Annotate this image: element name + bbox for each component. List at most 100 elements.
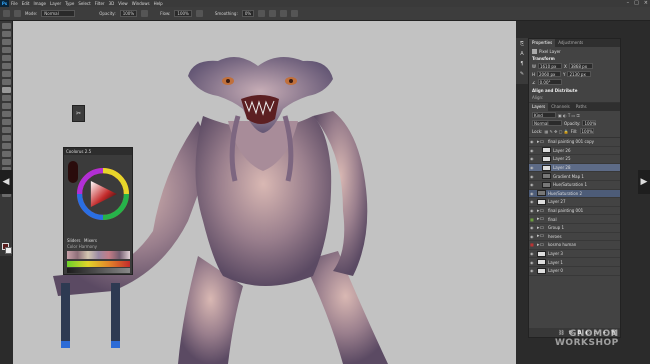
x-field[interactable]: 3868 px — [568, 63, 593, 69]
minimize-icon[interactable]: – — [627, 0, 630, 6]
layer-row[interactable]: ◉ ▸▭ heroes — [529, 233, 620, 242]
maximize-icon[interactable]: □ — [634, 0, 639, 6]
visibility-eye-icon[interactable]: ◉ — [530, 174, 535, 179]
align-header[interactable]: Align and Distribute — [532, 88, 617, 93]
history-brush-tool-icon[interactable] — [2, 103, 11, 109]
visibility-eye-icon[interactable]: ◉ — [530, 139, 535, 144]
visibility-eye-icon[interactable]: ◉ — [530, 268, 535, 273]
menu-edit[interactable]: Edit — [20, 1, 32, 6]
type-tool-icon[interactable] — [2, 151, 11, 157]
history-icon[interactable]: ⎘ — [520, 41, 524, 47]
symmetry-icon[interactable] — [291, 10, 299, 17]
layer-row[interactable]: ◉ Layer 26 — [529, 147, 620, 156]
hue-slider[interactable] — [67, 261, 130, 267]
visibility-eye-icon[interactable]: ◉ — [530, 260, 535, 265]
lock-icons[interactable]: ▦ ✎ ✥ ▢ 🔒 — [544, 129, 568, 134]
layer-row-selected[interactable]: ◉ Layer 28 — [529, 163, 620, 173]
blur-tool-icon[interactable] — [2, 127, 11, 133]
layer-row[interactable]: ◉ Layer 27 — [529, 198, 620, 207]
layer-row[interactable]: ■ ▸▭ kosmo human — [529, 241, 620, 250]
pen-tool-icon[interactable] — [2, 143, 11, 149]
smoothing-settings-icon[interactable] — [258, 10, 266, 17]
gradient-tool-icon[interactable] — [2, 119, 11, 125]
brush-preset-icon[interactable] — [3, 10, 10, 17]
close-icon[interactable]: × — [644, 0, 648, 6]
path-select-tool-icon[interactable] — [2, 159, 11, 165]
layer-row[interactable]: ◉ Layer 0 — [529, 267, 620, 276]
menu-3d[interactable]: 3D — [107, 1, 117, 6]
healing-tool-icon[interactable] — [2, 79, 11, 85]
paragraph-icon[interactable]: ¶ — [520, 61, 523, 67]
visibility-eye-icon[interactable]: ◉ — [530, 208, 535, 213]
fill-field[interactable]: 100% — [579, 128, 594, 134]
layer-row[interactable]: ◉ Hue/Saturation 1 — [529, 181, 620, 190]
flow-field[interactable]: 100% — [174, 10, 192, 17]
opacity-field[interactable]: 100% — [119, 10, 138, 17]
kind-filter[interactable]: Kind — [532, 112, 556, 118]
width-field[interactable]: 1610 px — [537, 63, 562, 69]
transform-header[interactable]: Transform — [532, 56, 617, 61]
blend-mode-select[interactable]: Normal — [532, 120, 562, 126]
layer-row[interactable]: ■ ▸▭ final — [529, 215, 620, 224]
layer-row[interactable]: ◉ Gradient Map 1 — [529, 172, 620, 181]
menu-windows[interactable]: Windows — [130, 1, 152, 6]
menu-select[interactable]: Select — [76, 1, 92, 6]
menu-file[interactable]: File — [9, 1, 20, 6]
visibility-eye-icon[interactable]: ◉ — [530, 156, 535, 161]
next-arrow-icon[interactable]: ▶ — [638, 170, 650, 194]
frame-tool-icon[interactable] — [2, 63, 11, 69]
layer-row[interactable]: ◉ Layer 1 — [529, 258, 620, 267]
angle-icon[interactable] — [269, 10, 277, 17]
mixer-swatches[interactable] — [67, 251, 130, 259]
visibility-eye-icon[interactable]: ■ — [530, 217, 535, 222]
tab-paths[interactable]: Paths — [573, 103, 590, 111]
menu-filter[interactable]: Filter — [93, 1, 107, 6]
clone-stamp-tool-icon[interactable] — [2, 95, 11, 101]
pressure-opacity-icon[interactable] — [141, 10, 149, 17]
visibility-eye-icon[interactable]: ◉ — [530, 251, 535, 256]
brush-settings-icon[interactable] — [14, 10, 21, 17]
visibility-eye-icon[interactable]: ◉ — [530, 225, 535, 230]
menu-type[interactable]: Type — [63, 1, 76, 6]
pressure-size-icon[interactable] — [280, 10, 288, 17]
height-field[interactable]: 2060 px — [537, 71, 562, 77]
visibility-eye-icon[interactable]: ◉ — [530, 199, 535, 204]
value-slider[interactable] — [67, 268, 130, 273]
tab-properties[interactable]: Properties — [529, 39, 556, 47]
mixers-tab[interactable]: Mixers — [84, 238, 97, 243]
y-field[interactable]: 2130 px — [567, 71, 592, 77]
angle-field[interactable]: 0.00° — [537, 79, 562, 85]
crop-tool-icon[interactable] — [2, 55, 11, 61]
visibility-eye-icon[interactable]: ◉ — [530, 182, 535, 187]
layer-row[interactable]: ◉ Hue/Saturation 2 — [529, 189, 620, 199]
airbrush-icon[interactable] — [195, 10, 203, 17]
menu-view[interactable]: View — [116, 1, 130, 6]
tab-layers[interactable]: Layers — [529, 103, 549, 111]
eraser-tool-icon[interactable] — [2, 111, 11, 117]
tab-channels[interactable]: Channels — [548, 103, 573, 111]
brush-tool-icon[interactable] — [2, 87, 11, 93]
quick-select-tool-icon[interactable] — [2, 47, 11, 53]
smoothing-field[interactable]: 0% — [241, 10, 255, 17]
layer-row[interactable]: ◉ ▸▭ final painting 001 copy — [529, 138, 620, 147]
dodge-tool-icon[interactable] — [2, 135, 11, 141]
background-color[interactable] — [5, 247, 12, 254]
lasso-tool-icon[interactable] — [2, 39, 11, 45]
filter-icons[interactable]: ▣ ◐ T ▭ ⚿ — [558, 113, 580, 118]
brush-panel-icon[interactable]: ✎ — [520, 71, 524, 77]
color-wheel[interactable] — [77, 168, 129, 220]
tab-adjustments[interactable]: Adjustments — [555, 39, 586, 47]
eyedropper-tool-icon[interactable] — [2, 71, 11, 77]
layer-row[interactable]: ◉ ▸▭ final painting 001 — [529, 207, 620, 216]
layer-row[interactable]: ◉ ▸▭ Group 1 — [529, 224, 620, 233]
visibility-eye-icon[interactable]: ◉ — [530, 165, 535, 170]
menu-image[interactable]: Image — [31, 1, 48, 6]
layer-row[interactable]: ◉ Layer 3 — [529, 250, 620, 259]
visibility-eye-icon[interactable]: ◉ — [530, 234, 535, 239]
mode-select[interactable]: Normal — [41, 10, 76, 17]
visibility-eye-icon[interactable]: ◉ — [530, 148, 535, 153]
layer-row[interactable]: ◉ Layer 25 — [529, 155, 620, 164]
layer-opacity-field[interactable]: 100% — [582, 120, 597, 126]
marquee-tool-icon[interactable] — [2, 31, 11, 37]
prev-arrow-icon[interactable]: ◀ — [0, 170, 12, 194]
